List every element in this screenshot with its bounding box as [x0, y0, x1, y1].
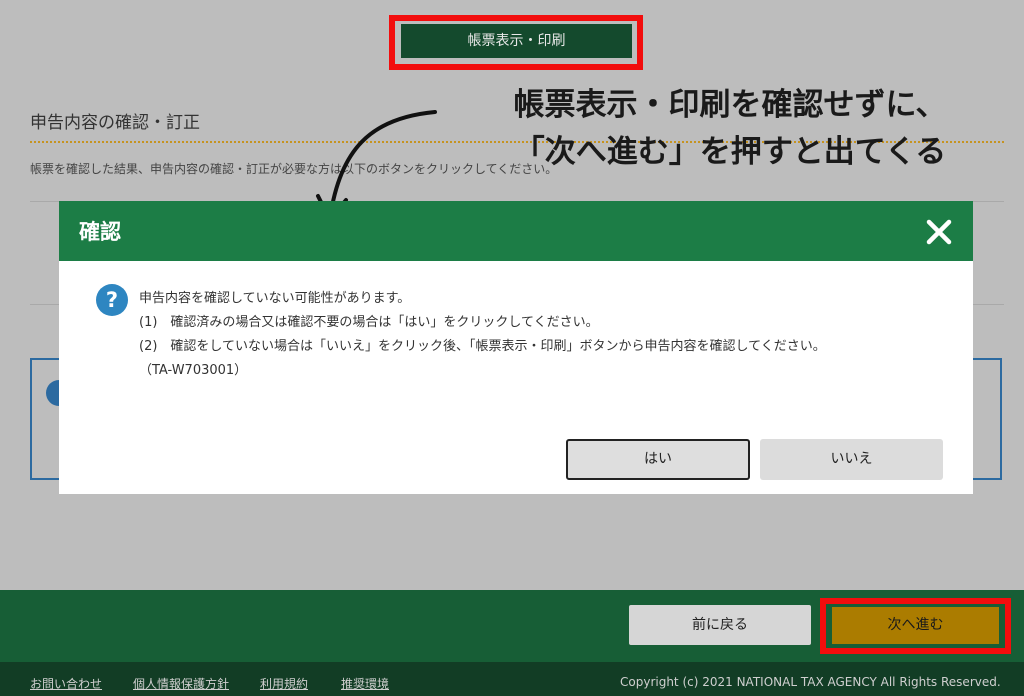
annotation-line2: 「次へ進む」を押すと出てくる: [513, 134, 947, 170]
section-title: 申告内容の確認・訂正: [30, 113, 200, 133]
close-icon[interactable]: [922, 215, 956, 249]
print-button[interactable]: 帳票表示・印刷: [401, 24, 632, 58]
message-item-1: (1) 確認済みの場合又は確認不要の場合は「はい」をクリックしてください。: [139, 315, 599, 330]
copyright-text: Copyright (c) 2021 NATIONAL TAX AGENCY A…: [620, 675, 1001, 689]
back-button[interactable]: 前に戻る: [629, 605, 811, 645]
no-button[interactable]: いいえ: [760, 439, 943, 480]
dialog-message: 申告内容を確認していない可能性があります。 (1) 確認済みの場合又は確認不要の…: [139, 287, 826, 383]
footer-link-privacy[interactable]: 個人情報保護方針: [133, 675, 229, 692]
message-main: 申告内容を確認していない可能性があります。: [139, 291, 411, 306]
footer-link-terms[interactable]: 利用規約: [260, 675, 308, 692]
annotation-line1: 帳票表示・印刷を確認せずに、: [513, 87, 947, 123]
yes-button[interactable]: はい: [566, 439, 750, 480]
footer-link-contact[interactable]: お問い合わせ: [30, 675, 102, 692]
dialog-title: 確認: [79, 220, 121, 244]
error-code: （TA-W703001）: [139, 363, 248, 378]
dialog-header: 確認: [59, 201, 973, 261]
question-icon: ?: [96, 284, 128, 316]
annotation-text: 帳票表示・印刷を確認せずに、 「次へ進む」を押すと出てくる: [470, 82, 990, 176]
message-item-2: (2) 確認をしていない場合は「いいえ」をクリック後、「帳票表示・印刷」ボタンか…: [139, 339, 826, 354]
confirm-dialog: 確認 ? 申告内容を確認していない可能性があります。 (1) 確認済みの場合又は…: [59, 201, 973, 494]
next-button[interactable]: 次へ進む: [832, 607, 999, 644]
footer-link-environment[interactable]: 推奨環境: [341, 675, 389, 692]
